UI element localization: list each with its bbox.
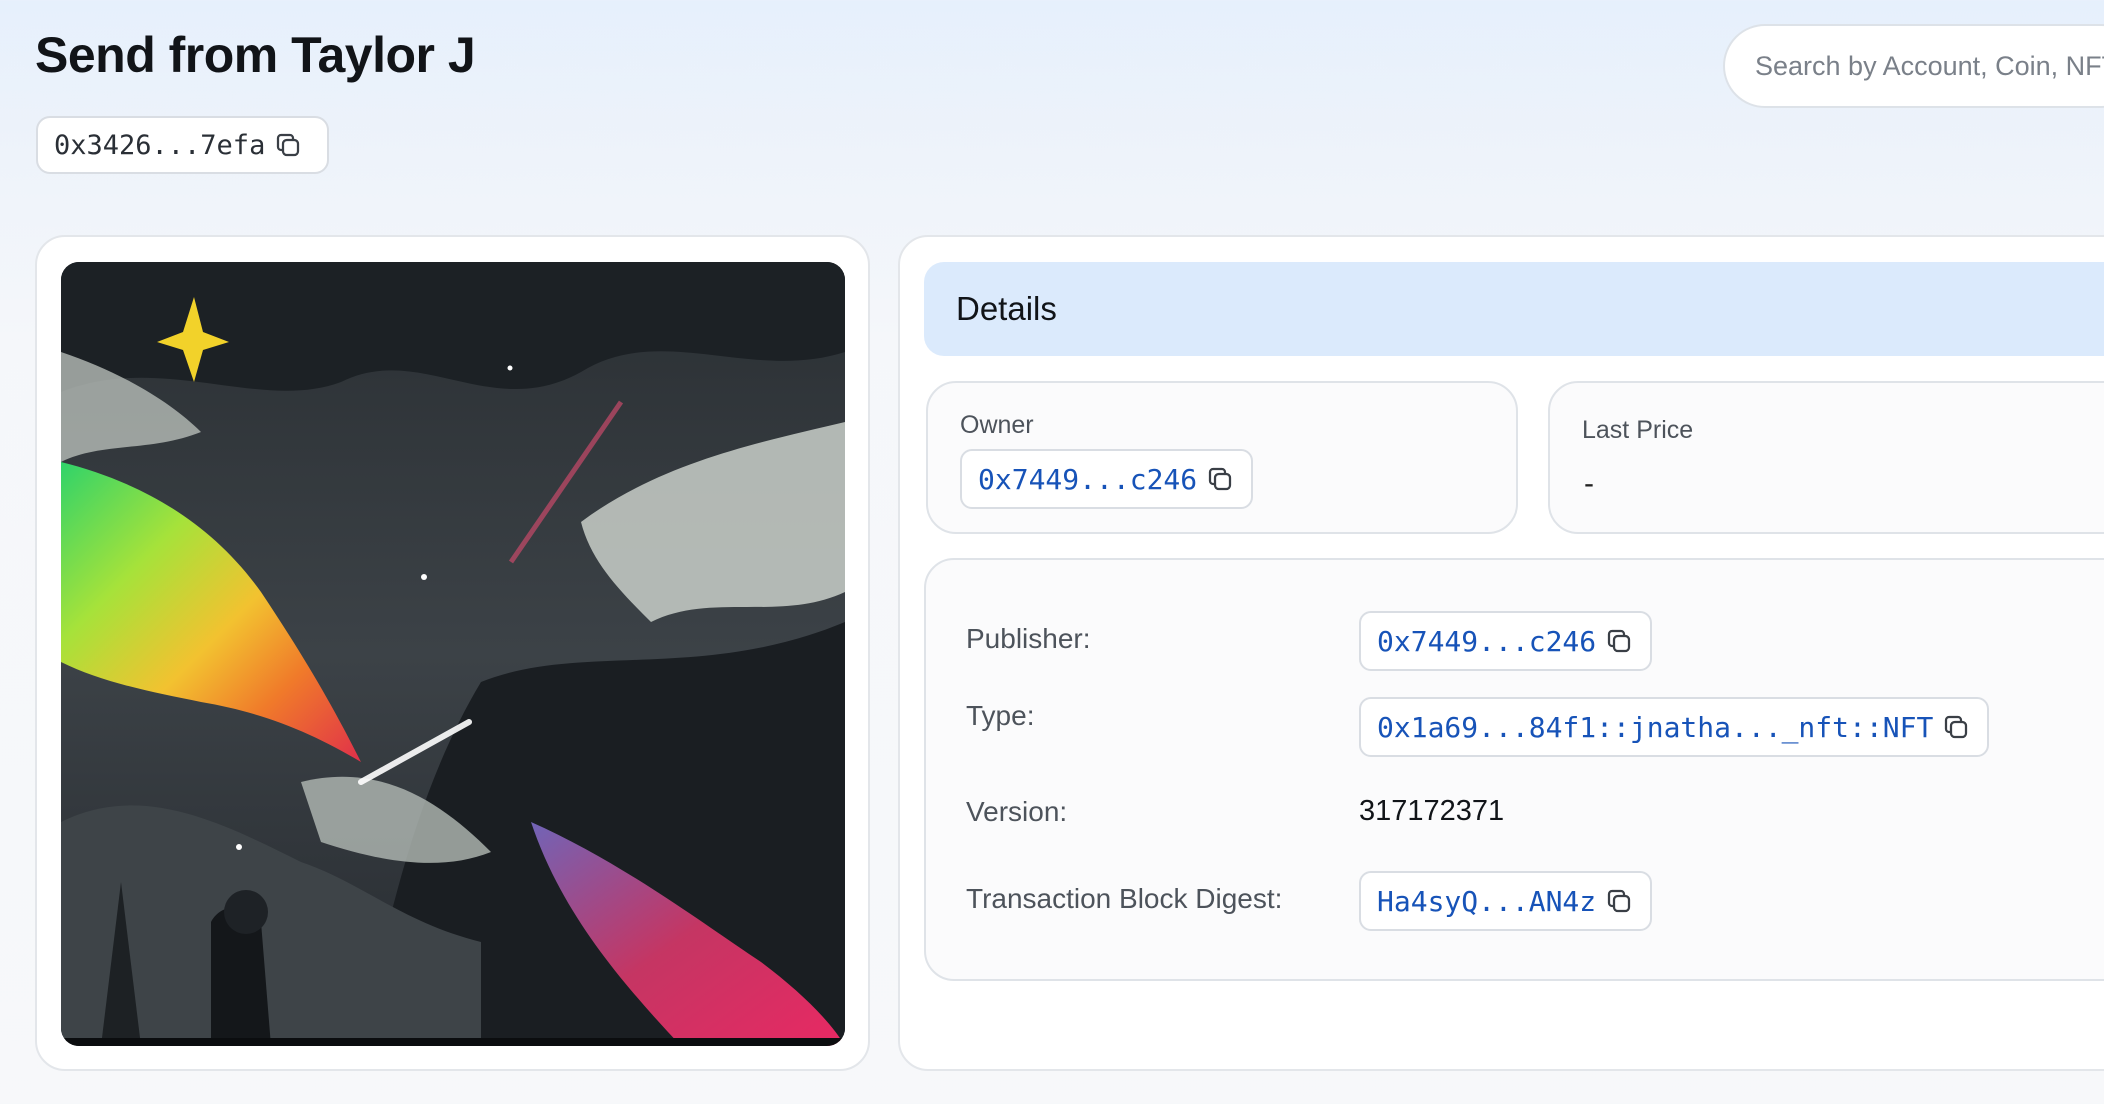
owner-label: Owner <box>960 411 1034 439</box>
copy-icon[interactable] <box>273 130 303 160</box>
type-label: Type: <box>966 700 1035 731</box>
owner-address-link[interactable]: 0x7449...c246 <box>960 449 1254 509</box>
nft-artwork-image[interactable] <box>61 262 845 1046</box>
last-price-label: Last Price <box>1582 416 1694 444</box>
owner-box: Owner 0x7449...c246 <box>926 381 1518 534</box>
object-info-box: Publisher: 0x7449...c246 Type: 0x1a69...… <box>924 558 2104 981</box>
search-input[interactable] <box>1755 50 2104 82</box>
copy-icon[interactable] <box>1604 626 1634 656</box>
address-chip[interactable]: 0x3426...7efa <box>36 116 329 174</box>
version-value: 317172371 <box>1359 795 1505 827</box>
last-price-box: Last Price - <box>1548 381 2104 534</box>
copy-icon[interactable] <box>1205 464 1235 494</box>
type-text: 0x1a69...84f1::jnatha..._nft::NFT <box>1377 710 1934 744</box>
publisher-label: Publisher: <box>966 623 1091 654</box>
publisher-address-text: 0x7449...c246 <box>1377 624 1597 658</box>
copy-icon[interactable] <box>1941 712 1971 742</box>
type-link[interactable]: 0x1a69...84f1::jnatha..._nft::NFT <box>1359 697 1990 757</box>
transaction-digest-label: Transaction Block Digest: <box>966 883 1283 914</box>
transaction-digest-text: Ha4syQ...AN4z <box>1377 884 1597 918</box>
search-bar[interactable] <box>1723 24 2104 108</box>
transaction-digest-link[interactable]: Ha4syQ...AN4z <box>1359 871 1653 931</box>
owner-address-text: 0x7449...c246 <box>978 462 1198 496</box>
version-label: Version: <box>966 796 1068 827</box>
publisher-address-link[interactable]: 0x7449...c246 <box>1359 611 1653 671</box>
details-header: Details <box>924 262 2104 356</box>
address-text: 0x3426...7efa <box>54 129 266 161</box>
nft-image-card <box>35 235 870 1071</box>
page-title: Send from Taylor J <box>35 27 476 83</box>
last-price-value: - <box>1584 467 1594 500</box>
copy-icon[interactable] <box>1604 886 1634 916</box>
